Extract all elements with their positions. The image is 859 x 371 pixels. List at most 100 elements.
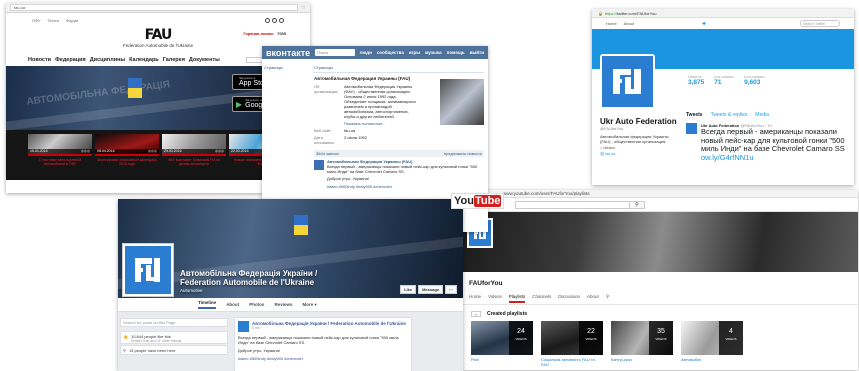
vk-menu-music[interactable]: музыка bbox=[425, 50, 442, 55]
address-bar[interactable]: fau.ua bbox=[10, 4, 298, 11]
post-author[interactable]: Автомобільна Федерація України / Federat… bbox=[252, 321, 406, 326]
twitter-icon[interactable] bbox=[272, 17, 277, 23]
news-thumbnail[interactable]: 29.03.2016 ◎◎◎ bbox=[162, 134, 226, 156]
nav-disciplines[interactable]: Дисциплины bbox=[90, 57, 125, 63]
tab-discussion[interactable]: Discussion bbox=[558, 294, 580, 303]
page-search-input[interactable]: Search for posts on this Page bbox=[120, 318, 228, 327]
news-card[interactable]: 15.04.2016 ◎◎◎ О поставке многоцелевой ав… bbox=[28, 134, 92, 180]
vk-menu-logout[interactable]: выйти bbox=[470, 50, 484, 55]
playlist-item[interactable]: 35 VIDEOS Кантрі-крос bbox=[611, 321, 673, 367]
tab-photos[interactable]: Photos bbox=[249, 302, 264, 307]
vk-menu-communities[interactable]: сообщества bbox=[377, 50, 404, 55]
vk-logo[interactable]: вконтакте bbox=[266, 48, 310, 58]
share-icons[interactable]: ◎◎◎ bbox=[148, 149, 157, 154]
tab-playlists[interactable]: Playlists bbox=[508, 294, 526, 303]
share-icons[interactable]: ◎◎◎ bbox=[81, 149, 90, 154]
news-card[interactable]: 08.04.2016 ◎◎◎ Анонсирован спортивный кал… bbox=[95, 134, 159, 180]
playlist-item[interactable]: 4 VIDEOS Автомобілі bbox=[681, 321, 743, 367]
more-button[interactable]: ··· bbox=[445, 285, 457, 294]
playlist-title[interactable]: Ралі bbox=[471, 357, 533, 362]
post-avatar[interactable] bbox=[238, 321, 249, 332]
twitter-address-bar[interactable]: 🔒 https://twitter.com/FAUforYou bbox=[592, 9, 854, 18]
playlist-item[interactable]: 22 VIDEOS Соціальна активність FAU та FAU bbox=[541, 321, 603, 367]
post-avatar[interactable] bbox=[314, 160, 324, 170]
facebook-icon[interactable] bbox=[265, 17, 270, 23]
playlist-title[interactable]: Кантрі-крос bbox=[611, 357, 673, 362]
nav-gallery[interactable]: Галерея bbox=[163, 57, 185, 63]
playlist-thumbnail[interactable]: 4 VIDEOS bbox=[681, 321, 743, 355]
youtube-address-bar[interactable]: www.youtube.com/user/FAUforYou/playlists bbox=[463, 190, 858, 198]
vk-menu-people[interactable]: люди bbox=[360, 50, 372, 55]
likes-summary[interactable]: 👍 10,844 people like this Dmytro Kan and … bbox=[120, 331, 228, 344]
channel-name[interactable]: FAUforYou bbox=[469, 280, 502, 287]
tab-media[interactable]: Media bbox=[755, 112, 769, 118]
news-thumbnail[interactable]: 15.04.2016 ◎◎◎ bbox=[28, 134, 92, 156]
playlist-thumbnail[interactable]: 22 VIDEOS bbox=[541, 321, 603, 355]
search-icon[interactable]: ⚲ bbox=[606, 294, 609, 303]
post-tags[interactable]: #авто #500indy #indy500 #chevrolet bbox=[238, 356, 408, 361]
playlist-thumbnail[interactable]: 24 VIDEOS bbox=[471, 321, 533, 355]
tab-timeline[interactable]: Timeline bbox=[198, 300, 217, 309]
stat-following[interactable]: FOLLOWING 71 bbox=[714, 75, 734, 86]
suggest-news-link[interactable]: предложить новость bbox=[444, 151, 482, 156]
playlist-title[interactable]: Соціальна активність FAU та FAU bbox=[541, 357, 603, 367]
post-tags[interactable]: #авто #500indy #indy500 #chevrolet bbox=[327, 184, 484, 190]
stat-tweets[interactable]: TWEETS 3,875 bbox=[688, 75, 704, 86]
nav-documents[interactable]: Документы bbox=[189, 57, 220, 63]
playlist-item[interactable]: 24 VIDEOS Ралі bbox=[471, 321, 533, 367]
page-name[interactable]: Автомобільна Федерація України / Federati… bbox=[180, 269, 317, 287]
tab-about[interactable]: About bbox=[587, 294, 599, 303]
youtube-search-input[interactable]: ⚲ bbox=[515, 201, 645, 209]
news-caption[interactable]: О поставке многоцелевой автомобилей в ОФ… bbox=[28, 156, 92, 167]
tab-more[interactable]: More ▾ bbox=[302, 302, 316, 308]
top-link-mail[interactable]: Почта bbox=[48, 18, 59, 23]
like-button[interactable]: Like bbox=[400, 285, 417, 294]
news-thumbnail[interactable]: 08.04.2016 ◎◎◎ bbox=[95, 134, 159, 156]
profile-name[interactable]: Ukr Auto Federation bbox=[600, 117, 680, 126]
message-button[interactable]: Message bbox=[418, 285, 443, 294]
search-icon[interactable]: ⚲ bbox=[629, 201, 645, 209]
top-link-ofu[interactable]: ОФУ bbox=[32, 18, 41, 23]
wall-count[interactable]: 3644 записи bbox=[316, 151, 339, 156]
nav-arrows-button[interactable]: ‹› bbox=[471, 311, 481, 317]
twitter-search-input[interactable]: Search Twitter bbox=[800, 20, 840, 27]
post-date[interactable]: 6 hrs · bbox=[252, 326, 406, 330]
show-more-link[interactable]: Показать полностью... bbox=[344, 121, 385, 126]
tweet-avatar[interactable] bbox=[686, 123, 697, 134]
news-caption[interactable]: Анонсирован спортивный календарь 2016 го… bbox=[95, 156, 159, 167]
about-link[interactable]: About bbox=[624, 21, 634, 26]
tab-tweets-replies[interactable]: Tweets & replies bbox=[711, 112, 748, 118]
tab-videos[interactable]: Videos bbox=[488, 294, 502, 303]
visits-summary[interactable]: ⚲ 13 people have been here bbox=[120, 345, 228, 355]
top-link-forum[interactable]: Форум bbox=[66, 18, 78, 23]
playlist-title[interactable]: Автомобілі bbox=[681, 357, 743, 362]
vk-left-item[interactable]: Страницы bbox=[264, 65, 308, 70]
website-link[interactable]: fau.ua bbox=[344, 128, 355, 133]
tab-channels[interactable]: Channels bbox=[532, 294, 551, 303]
nav-federation[interactable]: Федерация bbox=[55, 57, 86, 63]
vk-avatar[interactable] bbox=[440, 79, 484, 125]
home-link[interactable]: Home bbox=[606, 21, 617, 26]
tab-reviews[interactable]: Reviews bbox=[274, 302, 292, 307]
news-card[interactable]: 29.03.2016 ◎◎◎ ФАУ возглавит Комиссию FIA… bbox=[162, 134, 226, 180]
facebook-avatar[interactable] bbox=[122, 243, 174, 297]
page-category[interactable]: Automotive bbox=[180, 288, 203, 293]
youtube-icon[interactable] bbox=[279, 17, 284, 23]
twitter-bird-icon[interactable]: ✦ bbox=[701, 20, 707, 28]
nav-calendar[interactable]: Календарь bbox=[129, 57, 159, 63]
vk-search-input[interactable]: Поиск bbox=[315, 49, 355, 56]
news-caption[interactable]: ФАУ возглавит Комиссию FIA по делам авто… bbox=[162, 156, 226, 167]
tab-home[interactable]: Home bbox=[469, 294, 481, 303]
nav-news[interactable]: Новости bbox=[28, 57, 51, 63]
breadcrumb[interactable]: Страницы bbox=[314, 65, 484, 73]
twitter-avatar[interactable] bbox=[600, 54, 655, 109]
tab-tweets[interactable]: Tweets bbox=[686, 112, 703, 118]
tweet-link[interactable]: ow.ly/G4rfNN1u bbox=[701, 153, 754, 162]
share-icons[interactable]: ◎◎◎ bbox=[215, 149, 224, 154]
profile-handle[interactable]: @FAUforYou bbox=[600, 126, 680, 131]
star-icon[interactable]: ☆ bbox=[301, 5, 306, 11]
playlist-thumbnail[interactable]: 35 VIDEOS bbox=[611, 321, 673, 355]
profile-website[interactable]: ⛓ fau.ua bbox=[600, 152, 680, 156]
tab-about[interactable]: About bbox=[226, 302, 239, 307]
vk-menu-games[interactable]: игры bbox=[409, 50, 420, 55]
